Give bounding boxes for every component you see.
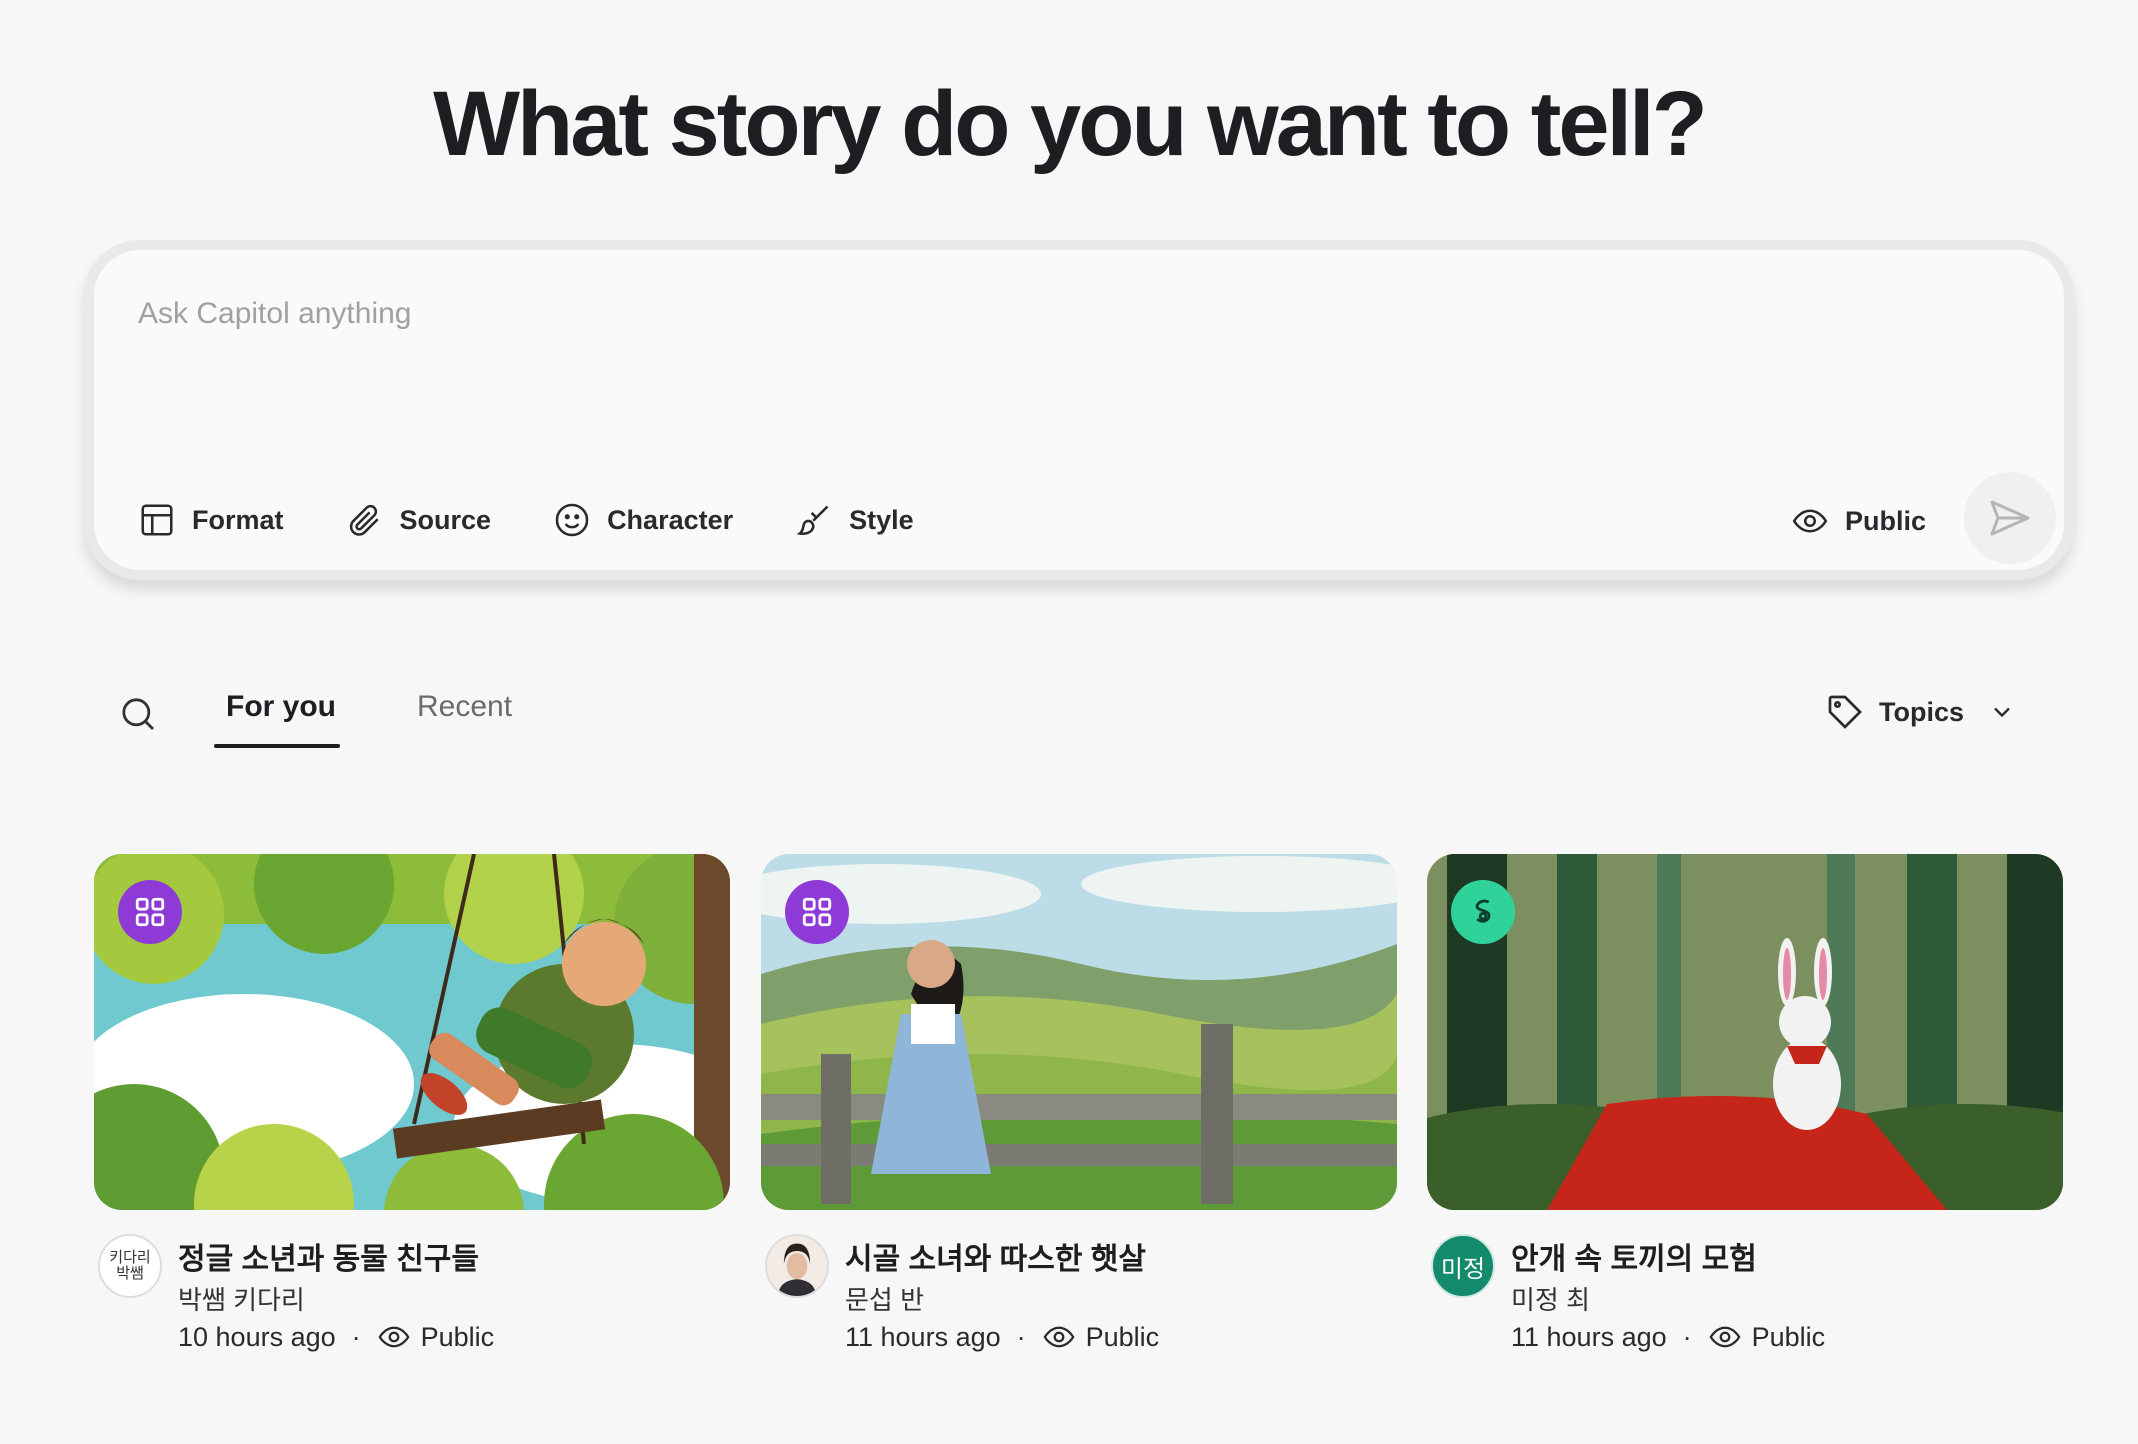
story-card[interactable]: 시골 소녀와 따스한 햇살 문섭 반 11 hours ago · Public xyxy=(761,854,1397,1352)
eye-icon xyxy=(1709,1326,1741,1348)
story-visibility: Public xyxy=(420,1321,495,1352)
source-button[interactable]: Source xyxy=(346,501,492,539)
swing-boy-illustration xyxy=(94,854,730,1210)
separator-dot: · xyxy=(1016,1321,1026,1352)
story-info: 10 hours ago · Public xyxy=(178,1320,494,1354)
format-button[interactable]: Format xyxy=(138,501,284,539)
story-author[interactable]: 문섭 반 xyxy=(845,1280,924,1317)
story-visibility: Public xyxy=(1085,1321,1160,1352)
send-button[interactable] xyxy=(1964,472,2056,564)
story-time: 11 hours ago xyxy=(1511,1321,1667,1352)
topics-label: Topics xyxy=(1878,696,1964,727)
prompt-toolbar: Format Source Character Style xyxy=(138,496,976,544)
avatar[interactable]: 키다리 박쌤 xyxy=(98,1234,162,1298)
style-label: Style xyxy=(849,504,914,535)
avatar[interactable]: 미정 xyxy=(1431,1234,1495,1298)
page: What story do you want to tell? Format S… xyxy=(0,0,2138,1444)
story-title[interactable]: 안개 속 토끼의 모험 xyxy=(1511,1234,1757,1278)
brush-icon xyxy=(796,505,829,535)
separator-dot: · xyxy=(351,1321,361,1352)
paperclip-icon xyxy=(349,504,379,536)
story-author[interactable]: 미정 최 xyxy=(1511,1280,1590,1317)
story-title[interactable]: 정글 소년과 동물 친구들 xyxy=(178,1234,479,1278)
avatar-text: 미정 xyxy=(1440,1255,1486,1283)
story-thumbnail[interactable] xyxy=(1427,854,2063,1210)
page-headline: What story do you want to tell? xyxy=(433,73,1708,175)
story-visibility: Public xyxy=(1751,1321,1826,1352)
story-meta: 시골 소녀와 따스한 햇살 문섭 반 11 hours ago · Public xyxy=(761,1210,1397,1352)
character-label: Character xyxy=(607,504,734,535)
visibility-toggle[interactable]: Public xyxy=(1791,502,1926,540)
badge xyxy=(785,880,849,944)
person-photo-icon xyxy=(767,1236,827,1296)
story-title[interactable]: 시골 소녀와 따스한 햇살 xyxy=(845,1234,1146,1278)
badge xyxy=(118,880,182,944)
eye-icon xyxy=(1792,509,1828,533)
active-tab-indicator xyxy=(214,744,340,748)
story-meta: 미정 안개 속 토끼의 모험 미정 최 11 hours ago · Publi… xyxy=(1427,1210,2063,1352)
story-author[interactable]: 박쌤 키다리 xyxy=(178,1280,305,1317)
style-button[interactable]: Style xyxy=(795,501,914,539)
eye-icon xyxy=(1043,1326,1075,1348)
story-meta: 키다리 박쌤 정글 소년과 동물 친구들 박쌤 키다리 10 hours ago… xyxy=(94,1210,730,1352)
visibility-label: Public xyxy=(1844,505,1926,536)
tab-recent[interactable]: Recent xyxy=(417,690,512,724)
story-info: 11 hours ago · Public xyxy=(1511,1320,1825,1354)
source-label: Source xyxy=(399,504,492,535)
prompt-box: Format Source Character Style Public xyxy=(84,240,2074,580)
story-card[interactable]: 키다리 박쌤 정글 소년과 동물 친구들 박쌤 키다리 10 hours ago… xyxy=(94,854,730,1352)
grid-icon xyxy=(802,897,832,927)
avatar[interactable] xyxy=(765,1234,829,1298)
swirl-icon xyxy=(1475,899,1491,923)
tab-for-you[interactable]: For you xyxy=(226,690,336,724)
story-info: 11 hours ago · Public xyxy=(845,1320,1159,1354)
character-button[interactable]: Character xyxy=(553,501,733,539)
eye-icon xyxy=(378,1326,410,1348)
rabbit-forest-illustration xyxy=(1427,854,2063,1210)
chevron-down-icon xyxy=(1994,707,2010,718)
story-time: 10 hours ago xyxy=(178,1321,336,1352)
story-card[interactable]: 미정 안개 속 토끼의 모험 미정 최 11 hours ago · Publi… xyxy=(1427,854,2063,1352)
story-thumbnail[interactable] xyxy=(94,854,730,1210)
search-icon[interactable] xyxy=(118,694,158,734)
smiley-icon xyxy=(555,503,589,537)
country-girl-illustration xyxy=(761,854,1397,1210)
send-icon xyxy=(1990,500,2030,536)
separator-dot: · xyxy=(1682,1321,1692,1352)
grid-icon xyxy=(135,897,165,927)
prompt-input[interactable] xyxy=(138,284,1838,344)
avatar-text: 키다리 박쌤 xyxy=(109,1249,151,1282)
format-label: Format xyxy=(192,504,284,535)
badge xyxy=(1451,880,1515,944)
story-time: 11 hours ago xyxy=(845,1321,1001,1352)
topics-dropdown[interactable]: Topics xyxy=(1825,692,2016,732)
story-thumbnail[interactable] xyxy=(761,854,1397,1210)
tag-icon xyxy=(1828,695,1862,729)
layout-icon xyxy=(141,504,173,536)
